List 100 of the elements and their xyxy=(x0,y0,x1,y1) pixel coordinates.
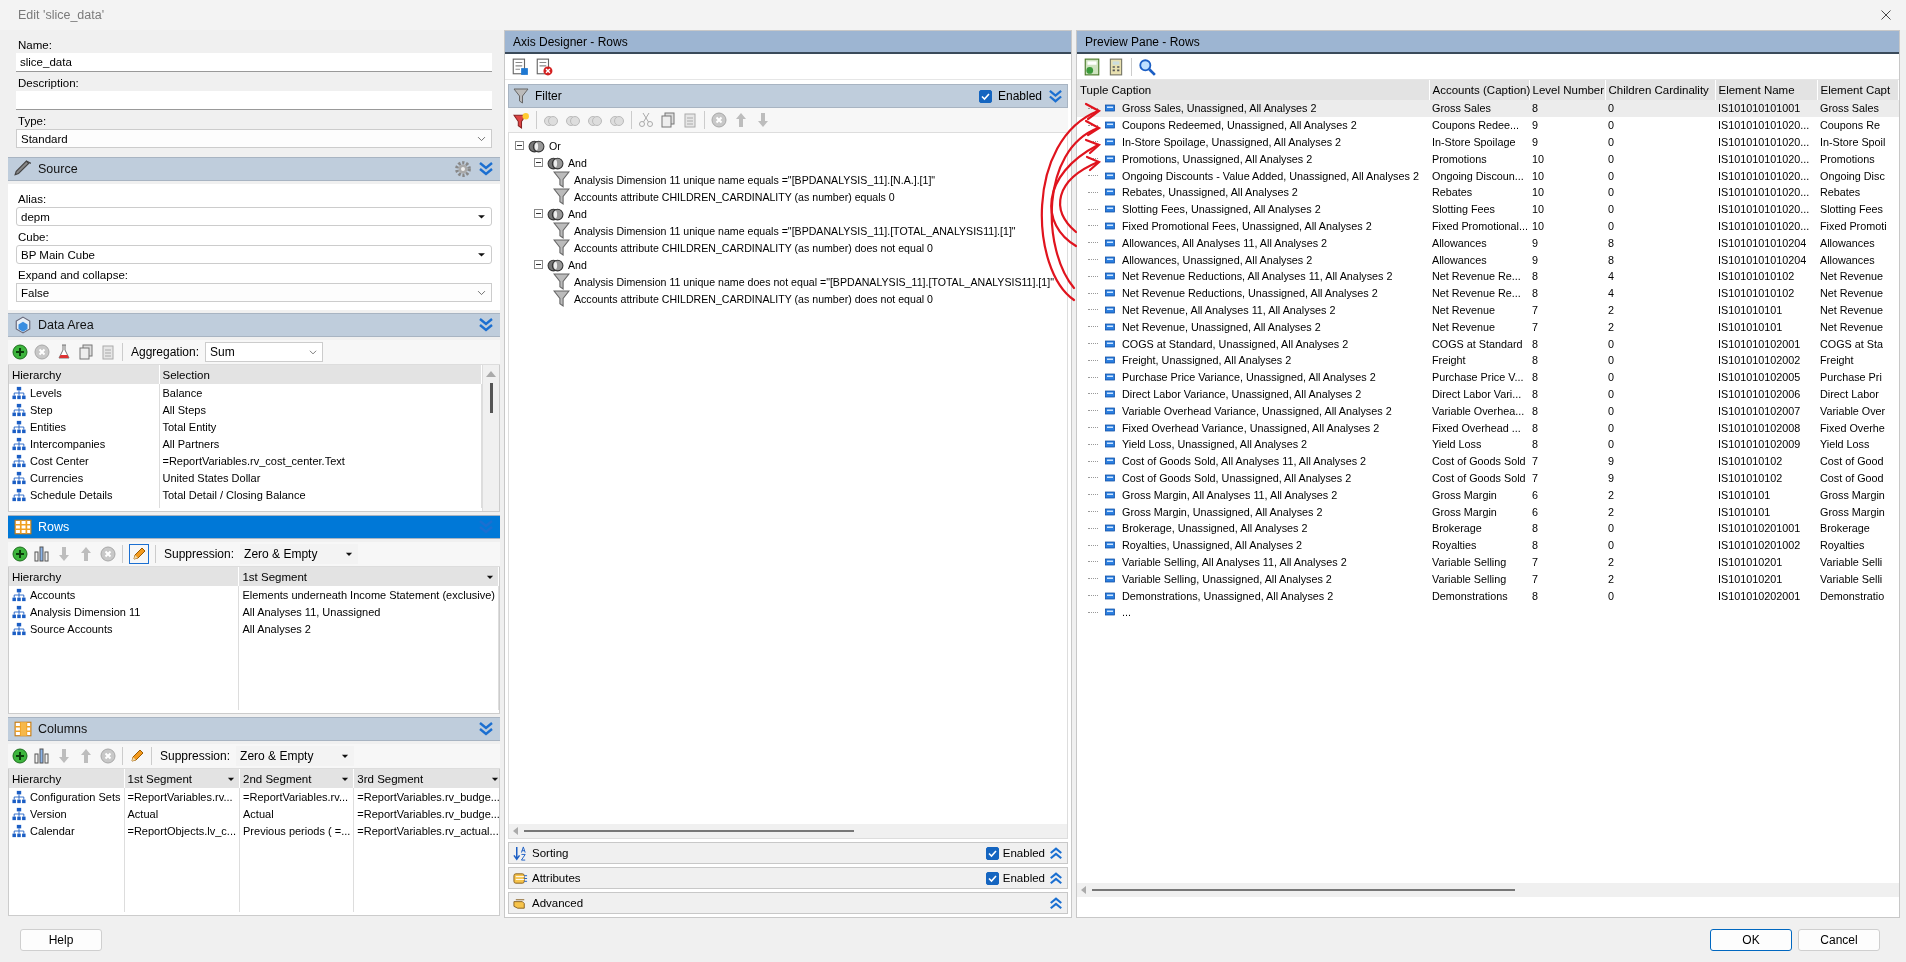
dropdown-field[interactable]: depm xyxy=(16,207,492,226)
column-header[interactable]: 1st Segment xyxy=(124,769,240,788)
expander-toggle[interactable] xyxy=(534,158,543,167)
add-icon[interactable] xyxy=(12,748,28,764)
search-icon[interactable] xyxy=(1138,57,1156,76)
pencil-icon[interactable] xyxy=(129,748,145,764)
expander-toggle[interactable] xyxy=(515,141,524,150)
hierarchy-cell[interactable]: Intercompanies xyxy=(9,435,159,452)
condition-node[interactable]: Analysis Dimension 11 unique name equals ="[BPDANALYSIS_11].[TOTAL_ANALYSIS11].[1]" xyxy=(574,224,1016,237)
preview-row[interactable]: Yield Loss, Unassigned, All Analyses 2 Yield Loss 8 0 IS101010102009 Yield Loss xyxy=(1077,435,1899,453)
collapse-icon[interactable] xyxy=(478,721,494,737)
hierarchy-cell[interactable]: Currencies xyxy=(9,469,159,486)
help-button[interactable]: Help xyxy=(20,929,102,951)
column-header[interactable]: Hierarchy xyxy=(9,769,124,788)
preview-row[interactable]: Variable Selling, Unassigned, All Analyses 2 Variable Selling 7 2 IS101010201 Variable Selli xyxy=(1077,570,1899,588)
column-header[interactable]: Children Cardinality xyxy=(1605,80,1715,100)
expand-icon[interactable] xyxy=(1049,871,1063,885)
filter-header[interactable]: Filter Enabled xyxy=(508,84,1068,108)
remove-icon[interactable] xyxy=(100,546,116,562)
enabled-checkbox[interactable] xyxy=(985,871,999,885)
column-header[interactable]: Level Number xyxy=(1529,80,1605,100)
column-header[interactable]: 2nd Segment xyxy=(239,769,354,788)
filter-icon[interactable] xyxy=(513,111,530,129)
column-header[interactable]: Selection xyxy=(159,365,482,384)
section-header[interactable]: Source xyxy=(8,157,500,181)
section-bar[interactable]: Advanced xyxy=(508,892,1068,914)
preview-row[interactable]: Fixed Promotional Fees, Unassigned, All Analyses 2 Fixed Promotional... 10 0 IS101010101020... Fixed Promoti xyxy=(1077,217,1899,235)
settings-icon[interactable] xyxy=(454,160,472,178)
dropdown-field[interactable]: Standard xyxy=(16,129,492,148)
column-header[interactable]: Hierarchy xyxy=(9,365,159,384)
preview-row[interactable]: Allowances, Unassigned, All Analyses 2 Allowances 9 8 IS1010101010204 Allowances xyxy=(1077,251,1899,268)
section-header[interactable]: Data Area xyxy=(8,313,500,337)
hierarchy-cell[interactable]: Cost Center xyxy=(9,452,159,469)
collapse-icon[interactable] xyxy=(478,317,494,333)
column-header[interactable]: 3rd Segment xyxy=(353,769,499,788)
preview-row[interactable]: Net Revenue Reductions, Unassigned, All Analyses 2 Net Revenue Re... 8 4 IS10101010102 Net Revenue xyxy=(1077,284,1899,302)
condition-node[interactable]: Accounts attribute CHILDREN_CARDINALITY (as number) does not equal 0 xyxy=(574,292,933,305)
preview-row[interactable]: ... xyxy=(1077,603,1899,621)
scrollbar-thumb[interactable] xyxy=(524,830,854,832)
preview-row[interactable]: Brokerage, Unassigned, All Analyses 2 Brokerage 8 0 IS101010201001 Brokerage xyxy=(1077,519,1899,537)
preview-row[interactable]: Allowances, All Analyses 11, All Analyses 2 Allowances 9 8 IS1010101010204 Allowances xyxy=(1077,234,1899,252)
condition-node[interactable]: Analysis Dimension 11 unique name does not equal ="[BPDANALYSIS_11].[TOTAL_ANALYSIS11].[1]" xyxy=(574,275,1054,288)
section-header[interactable]: Columns xyxy=(8,717,500,741)
flask-icon[interactable] xyxy=(56,344,72,360)
preview-row[interactable]: Coupons Redeemed, Unassigned, All Analyses 2 Coupons Redee... 9 0 IS101010101020... Coupons Re xyxy=(1077,116,1899,134)
expander-toggle[interactable] xyxy=(534,260,543,269)
calculator-icon[interactable] xyxy=(1107,57,1125,76)
input-field[interactable]: slice_data xyxy=(16,53,492,72)
close-icon[interactable] xyxy=(1880,9,1892,21)
column-header[interactable]: Hierarchy xyxy=(9,567,239,586)
condition-node[interactable]: Analysis Dimension 11 unique name equals ="[BPDANALYSIS_11].[N.A.].[1]" xyxy=(574,173,936,186)
bar-chart-icon[interactable] xyxy=(34,546,50,562)
document-icon[interactable] xyxy=(511,57,529,76)
calculator-icon[interactable] xyxy=(1083,57,1101,76)
preview-row[interactable]: In-Store Spoilage, Unassigned, All Analyses 2 In-Store Spoilage 9 0 IS101010101020... In-Store Spoil xyxy=(1077,133,1899,151)
condition-node[interactable]: Accounts attribute CHILDREN_CARDINALITY (as number) equals 0 xyxy=(574,190,895,203)
column-header[interactable]: Element Capt xyxy=(1817,80,1899,100)
group-node[interactable]: Or xyxy=(549,139,561,152)
scrollbar-thumb[interactable] xyxy=(1092,889,1516,891)
preview-row[interactable]: Cost of Goods Sold, Unassigned, All Analyses 2 Cost of Goods Sold 7 9 IS101010102 Cost of Good xyxy=(1077,469,1899,487)
remove-icon[interactable] xyxy=(711,112,727,128)
preview-row[interactable]: Royalties, Unassigned, All Analyses 2 Royalties 8 0 IS101010201002 Royalties xyxy=(1077,536,1899,554)
preview-row[interactable]: Gross Margin, Unassigned, All Analyses 2 Gross Margin 6 2 IS1010101 Gross Margin xyxy=(1077,503,1899,520)
hierarchy-cell[interactable]: Analysis Dimension 11 xyxy=(9,603,239,620)
scrollbar-thumb[interactable] xyxy=(489,383,493,413)
hierarchy-cell[interactable]: Calendar xyxy=(9,822,124,839)
preview-row[interactable]: Promotions, Unassigned, All Analyses 2 Promotions 10 0 IS101010101020... Promotions xyxy=(1077,150,1899,168)
preview-row[interactable]: Net Revenue Reductions, All Analyses 11, All Analyses 2 Net Revenue Re... 8 4 IS10101010102 Net Revenue xyxy=(1077,267,1899,285)
collapse-icon[interactable] xyxy=(478,161,494,177)
preview-row[interactable]: Cost of Goods Sold, All Analyses 11, All Analyses 2 Cost of Goods Sold 7 9 IS101010102 Cost of Good xyxy=(1077,452,1899,470)
section-bar[interactable]: Attributes Enabled xyxy=(508,867,1068,889)
input-field[interactable] xyxy=(16,91,492,110)
add-icon[interactable] xyxy=(12,344,28,360)
hierarchy-cell[interactable]: Version xyxy=(9,805,124,822)
enabled-checkbox[interactable] xyxy=(985,846,999,860)
preview-row[interactable]: Variable Overhead Variance, Unassigned, All Analyses 2 Variable Overhea... 8 0 IS101010102007 Variable Over xyxy=(1077,402,1899,420)
copy-icon[interactable] xyxy=(660,112,676,128)
preview-row[interactable]: Gross Margin, All Analyses 11, All Analyses 2 Gross Margin 6 2 IS1010101 Gross Margin xyxy=(1077,486,1899,504)
group-node[interactable]: And xyxy=(568,156,587,169)
preview-row[interactable]: Gross Sales, Unassigned, All Analyses 2 Gross Sales 8 0 IS101010101001 Gross Sales xyxy=(1077,100,1899,117)
option-dropdown[interactable]: Sum xyxy=(205,342,324,362)
hierarchy-cell[interactable]: Accounts xyxy=(9,586,239,603)
column-header[interactable]: 1st Segment xyxy=(238,567,499,586)
collapse-icon[interactable] xyxy=(1048,88,1063,104)
preview-row[interactable]: Purchase Price Variance, Unassigned, All Analyses 2 Purchase Price V... 8 0 IS101010102005 Purchase Pri xyxy=(1077,368,1899,386)
group-node[interactable]: And xyxy=(568,258,587,271)
remove-icon[interactable] xyxy=(34,344,50,360)
dropdown-field[interactable]: BP Main Cube xyxy=(16,245,492,264)
section-header[interactable]: Rows xyxy=(8,515,500,539)
scissors-icon[interactable] xyxy=(638,112,654,128)
ok-button[interactable]: OK xyxy=(1710,929,1792,951)
hierarchy-cell[interactable]: Entities xyxy=(9,418,159,435)
preview-row[interactable]: Variable Selling, All Analyses 11, All Analyses 2 Variable Selling 7 2 IS101010201 Variable Selli xyxy=(1077,553,1899,571)
add-icon[interactable] xyxy=(12,546,28,562)
option-dropdown[interactable]: Zero & Empty xyxy=(236,746,355,766)
condition-node[interactable]: Accounts attribute CHILDREN_CARDINALITY (as number) does not equal 0 xyxy=(574,241,933,254)
bar-chart-icon[interactable] xyxy=(34,748,50,764)
hierarchy-cell[interactable]: Step xyxy=(9,401,159,418)
preview-row[interactable]: Direct Labor Variance, Unassigned, All Analyses 2 Direct Labor Vari... 8 0 IS101010102006 Direct Labor xyxy=(1077,385,1899,403)
hierarchy-cell[interactable]: Configuration Sets xyxy=(9,788,124,805)
